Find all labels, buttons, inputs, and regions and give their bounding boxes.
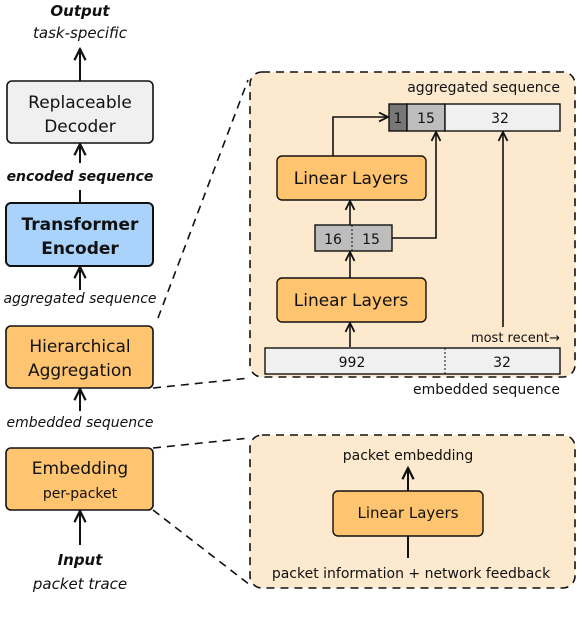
mid-cell-1: 16 xyxy=(324,232,342,248)
emb-label-2: per-packet xyxy=(43,486,118,502)
aggregated-sequence-bar: 1 15 32 xyxy=(388,103,561,132)
input-title: Input xyxy=(58,551,104,569)
intermediate-sequence-bar: 16 15 xyxy=(314,224,393,252)
output-subtitle: task-specific xyxy=(33,24,128,42)
zoom-line-agg-bottom xyxy=(152,377,251,389)
input-subtitle: packet trace xyxy=(32,575,127,593)
linear-layers-upper: Linear Layers xyxy=(276,155,427,201)
embedded-sequence-bar: 992 32 xyxy=(264,347,561,375)
emb-panel-bottom-label: packet information + network feedback xyxy=(272,566,551,582)
agg-label-1: Hierarchical xyxy=(29,337,130,357)
most-recent-label: most recent→ xyxy=(471,331,560,346)
embedded-sequence-label: embedded sequence xyxy=(7,415,154,431)
agg-panel-bottom-label: embedded sequence xyxy=(413,382,560,398)
zoom-line-agg-top xyxy=(157,79,249,319)
emb-cell-1: 992 xyxy=(339,355,366,371)
agg-label-2: Aggregation xyxy=(28,361,132,381)
agg-panel-top-label: aggregated sequence xyxy=(407,80,560,96)
linear-layers-embedding: Linear Layers xyxy=(332,490,484,537)
emb-label-1: Embedding xyxy=(32,459,128,479)
encoder-label-1: Transformer xyxy=(22,215,140,235)
agg-cell-3: 32 xyxy=(491,111,509,127)
mid-cell-2: 15 xyxy=(362,232,380,248)
linear-upper-label: Linear Layers xyxy=(294,169,409,189)
encoded-sequence-label: encoded sequence xyxy=(7,169,154,185)
aggregated-sequence-label: aggregated sequence xyxy=(3,291,156,307)
transformer-encoder-box: Transformer Encoder xyxy=(5,202,154,267)
decoder-label-2: Decoder xyxy=(44,117,116,137)
aggregation-detail-panel: aggregated sequence 1 15 32 Linear Layer… xyxy=(249,71,576,398)
output-title: Output xyxy=(50,2,110,20)
embedding-box: Embedding per-packet xyxy=(5,447,154,511)
decoder-label-1: Replaceable xyxy=(28,93,132,113)
emb-panel-top-label: packet embedding xyxy=(343,448,474,464)
linear-lower-label: Linear Layers xyxy=(294,291,409,311)
zoom-line-emb-bottom xyxy=(152,509,251,586)
emb-cell-2: 32 xyxy=(493,355,511,371)
linear-layers-lower: Linear Layers xyxy=(276,277,427,323)
decoder-box: Replaceable Decoder xyxy=(6,80,154,144)
architecture-diagram: Output task-specific Replaceable Decoder… xyxy=(3,2,576,593)
encoder-label-2: Encoder xyxy=(41,239,119,259)
agg-cell-2: 15 xyxy=(417,111,435,127)
agg-cell-1: 1 xyxy=(394,111,403,127)
embedding-detail-panel: packet embedding Linear Layers packet in… xyxy=(249,434,576,589)
zoom-line-emb-top xyxy=(152,437,251,449)
hierarchical-aggregation-box: Hierarchical Aggregation xyxy=(5,325,154,389)
emb-linear-label: Linear Layers xyxy=(357,504,458,522)
